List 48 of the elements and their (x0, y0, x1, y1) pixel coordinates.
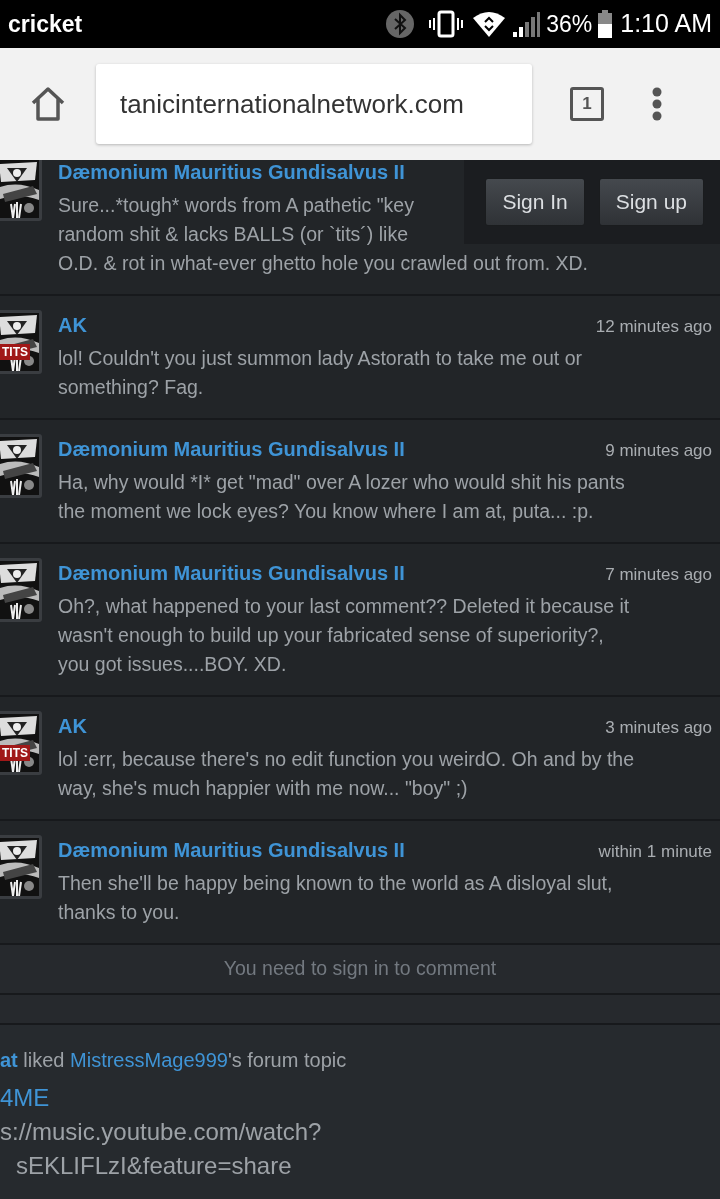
avatar-badge: TITS (0, 745, 30, 761)
comment-time: 9 minutes ago (605, 440, 712, 462)
signal-icon (512, 10, 541, 38)
comment-text: the moment we lock eyes? You know where I am at, puta... :p. (58, 499, 594, 524)
comment-text: you got issues....BOY. XD. (58, 652, 287, 677)
comment-text: thanks to you. (58, 900, 180, 925)
comment-text: Then she'll be happy being known to the world as A disloyal slut, (58, 871, 613, 896)
activity-text: 's forum topic (227, 1049, 347, 1071)
comment-time: 12 minutes ago (595, 316, 712, 338)
comment-text: Sure...*tough* words from A pathetic "key (58, 193, 414, 218)
tab-switcher-button[interactable]: 1 (570, 87, 604, 121)
address-bar[interactable]: tanicinternationalnetwork.com (96, 64, 532, 144)
battery-icon (598, 10, 613, 38)
vibrate-icon (428, 10, 465, 38)
author-link[interactable]: Dæmonium Mauritius Gundisalvus II (58, 558, 405, 588)
sign-up-button[interactable]: Sign up (598, 178, 704, 226)
topic-text: s://music.youtube.com/watch? (0, 1117, 323, 1147)
author-link[interactable]: Dæmonium Mauritius Gundisalvus II (58, 835, 405, 865)
user-link[interactable]: at (0, 1049, 18, 1071)
comment-text: random shit & lacks BALLS (or `tits´) like (58, 222, 409, 247)
carrier-name: cricket (8, 9, 83, 39)
comment-text: lol :err, because there's no edit function you weirdO. Oh and by the (58, 747, 635, 772)
avatar-badge: TITS (0, 344, 30, 360)
wifi-icon (472, 10, 507, 38)
author-link[interactable]: AK (58, 711, 87, 741)
comment-text: Oh?, what happened to your last comment?? Deleted it because it (58, 594, 630, 619)
comment-text: wasn't enough to build up your fabricated sense of superiority?, (58, 623, 604, 648)
comment-text: lol! Couldn't you just summon lady Astorath to take me out or (58, 346, 582, 371)
author-link[interactable]: Dæmonium Mauritius Gundisalvus II (58, 160, 405, 187)
user-link[interactable]: MistressMage999 (70, 1049, 228, 1071)
topic-link[interactable]: 4ME (0, 1081, 720, 1115)
author-link[interactable]: AK (58, 310, 87, 340)
home-icon[interactable] (30, 86, 66, 122)
sign-in-button[interactable]: Sign In (485, 178, 585, 226)
comment-text: something? Fag. (58, 375, 204, 400)
author-link[interactable]: Dæmonium Mauritius Gundisalvus II (58, 434, 405, 464)
bluetooth-icon (386, 10, 415, 38)
comment-text: O.D. & rot in what-ever ghetto hole you crawled out from. XD. (58, 251, 588, 276)
comment-time: 7 minutes ago (605, 564, 712, 586)
menu-icon[interactable] (652, 87, 662, 121)
topic-text: sEKLIFLzI&feature=share (15, 1151, 293, 1181)
comment-text: way, she's much happier with me now... "boy" ;) (58, 776, 468, 801)
comment-text: Ha, why would *I* get "mad" over A lozer who would shit his pants (58, 470, 625, 495)
comment-time: within 1 minute (598, 841, 712, 863)
battery-percent: 36% (546, 9, 593, 39)
clock: 1:10 AM (620, 8, 712, 40)
activity-text: liked (22, 1049, 66, 1071)
comment-time: 3 minutes ago (605, 717, 712, 739)
